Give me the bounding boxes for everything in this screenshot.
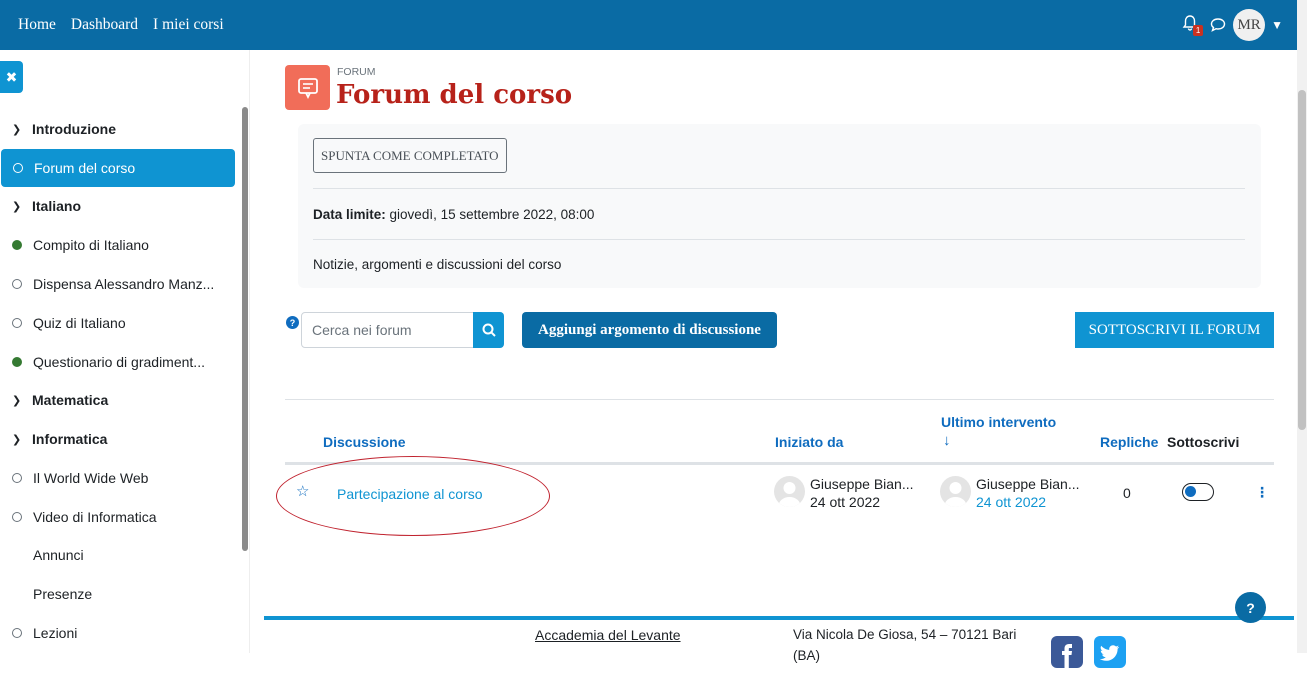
divider: [313, 188, 1245, 189]
footer-address: Via Nicola De Giosa, 54 – 70121 Bari (BA…: [793, 627, 1017, 663]
search-icon: [482, 323, 496, 337]
subscribe-toggle[interactable]: [1182, 483, 1214, 501]
course-item-label: Questionario di gradiment...: [33, 354, 205, 370]
deadline-value: giovedì, 15 settembre 2022, 08:00: [389, 207, 595, 222]
table-top-border: [285, 399, 1274, 400]
course-item-label: Forum del corso: [34, 160, 136, 176]
course-item-label: Compito di Italiano: [33, 237, 149, 253]
course-index-drawer: ✖ ❯ Introduzione Forum del corso ❯ Itali…: [0, 50, 250, 653]
facebook-icon[interactable]: [1051, 636, 1083, 668]
divider: [313, 239, 1245, 240]
completion-circle-icon: [12, 628, 22, 638]
subscribe-forum-button[interactable]: SOTTOSCRIVI IL FORUM: [1075, 312, 1274, 348]
chevron-down-icon: ❯: [12, 394, 22, 407]
completion-circle-icon: [12, 512, 22, 522]
completion-circle-icon: [12, 318, 22, 328]
more-actions-kebab-icon[interactable]: ⋮: [1255, 484, 1269, 501]
add-discussion-button[interactable]: Aggiungi argomento di discussione: [522, 312, 777, 348]
user-avatar[interactable]: MR: [1233, 9, 1266, 41]
course-item-label: Presenze: [33, 586, 93, 602]
nav-dashboard-link[interactable]: Dashboard: [71, 16, 138, 34]
chevron-down-icon: ❯: [12, 123, 22, 136]
course-item-www[interactable]: Il World Wide Web: [0, 459, 234, 497]
replies-count: 0: [1123, 485, 1131, 501]
chevron-down-icon: ❯: [12, 433, 22, 446]
activity-type-label: FORUM: [337, 66, 376, 78]
activity-info-box: SPUNTA COME COMPLETATO Data limite: giov…: [298, 124, 1261, 288]
completed-dot-icon: [12, 240, 22, 250]
section-informatica[interactable]: ❯ Informatica: [12, 431, 107, 447]
forum-description: Notizie, argomenti e discussioni del cor…: [313, 257, 562, 272]
highlight-ellipse-annotation: [276, 456, 550, 536]
close-drawer-icon[interactable]: ✖: [0, 61, 23, 93]
completed-dot-icon: [12, 357, 22, 367]
course-item-forum[interactable]: Forum del corso: [1, 149, 235, 187]
started-by-name[interactable]: Giuseppe Bian...: [810, 476, 914, 492]
column-header-last-post[interactable]: Ultimo intervento: [941, 414, 1056, 430]
page-scrollbar-thumb[interactable]: [1298, 90, 1306, 430]
column-header-replies[interactable]: Repliche: [1100, 434, 1158, 450]
course-item-label: Il World Wide Web: [33, 470, 149, 486]
last-post-author[interactable]: Giuseppe Bian...: [976, 476, 1080, 492]
drawer-scrollbar[interactable]: [242, 107, 248, 551]
help-fab-button[interactable]: ?: [1235, 592, 1266, 623]
no-completion-spacer: [12, 589, 22, 599]
no-completion-spacer: [12, 550, 22, 560]
course-item-presenze[interactable]: Presenze: [0, 575, 234, 613]
course-item-quiz-italiano[interactable]: Quiz di Italiano: [0, 304, 234, 342]
column-header-subscribe: Sottoscrivi: [1167, 434, 1240, 450]
course-item-lezioni[interactable]: Lezioni: [0, 614, 234, 652]
course-item-label: Annunci: [33, 547, 84, 563]
column-header-started-by[interactable]: Iniziato da: [775, 434, 843, 450]
deadline-text: Data limite: giovedì, 15 settembre 2022,…: [313, 207, 594, 222]
page-scrollbar[interactable]: [1297, 0, 1307, 653]
section-label: Informatica: [32, 431, 108, 447]
completion-circle-icon: [13, 163, 23, 173]
search-forums-input[interactable]: [301, 312, 474, 348]
section-label: Italiano: [32, 198, 82, 214]
started-date: 24 ott 2022: [810, 494, 881, 510]
help-question-icon[interactable]: ?: [286, 316, 299, 329]
mark-as-done-button[interactable]: SPUNTA COME COMPLETATO: [313, 138, 507, 173]
course-item-video-informatica[interactable]: Video di Informatica: [0, 498, 234, 536]
notification-count-badge: 1: [1193, 25, 1204, 36]
page-title: Forum del corso: [336, 80, 573, 110]
footer-top-border: [264, 616, 1294, 620]
deadline-label: Data limite:: [313, 207, 386, 222]
user-menu-area: 1 MR ▼: [1181, 0, 1283, 50]
user-avatar: [774, 476, 805, 507]
section-label: Introduzione: [32, 121, 116, 137]
last-post-date-link[interactable]: 24 ott 2022: [976, 494, 1046, 510]
completion-circle-icon: [12, 279, 22, 289]
nav-my-courses-link[interactable]: I miei corsi: [153, 16, 224, 34]
user-avatar: [940, 476, 971, 507]
search-button[interactable]: [473, 312, 504, 348]
section-matematica[interactable]: ❯ Matematica: [12, 392, 108, 408]
section-label: Matematica: [32, 392, 109, 408]
footer-organization-link[interactable]: Accademia del Levante: [535, 627, 681, 643]
course-item-label: Dispensa Alessandro Manz...: [33, 276, 215, 292]
section-introduzione[interactable]: ❯ Introduzione: [12, 121, 116, 137]
chevron-down-icon[interactable]: ▼: [1271, 18, 1283, 32]
course-item-compito-italiano[interactable]: Compito di Italiano: [0, 226, 234, 264]
course-item-annunci[interactable]: Annunci: [0, 536, 234, 574]
course-item-dispensa[interactable]: Dispensa Alessandro Manz...: [0, 265, 234, 303]
toggle-knob: [1185, 486, 1196, 497]
course-item-questionario[interactable]: Questionario di gradiment...: [0, 343, 234, 381]
completion-circle-icon: [12, 473, 22, 483]
section-italiano[interactable]: ❯ Italiano: [12, 198, 81, 214]
course-item-label: Quiz di Italiano: [33, 315, 126, 331]
top-navbar: Home Dashboard I miei corsi 1 MR ▼: [0, 0, 1297, 50]
twitter-icon[interactable]: [1094, 636, 1126, 668]
sort-arrow-down-icon[interactable]: ↓: [943, 432, 951, 449]
course-item-label: Video di Informatica: [33, 509, 157, 525]
messages-icon[interactable]: [1209, 16, 1227, 34]
forum-icon: [285, 65, 330, 110]
course-item-label: Lezioni: [33, 625, 78, 641]
nav-home-link[interactable]: Home: [18, 16, 56, 34]
column-header-discussion[interactable]: Discussione: [323, 434, 405, 450]
chevron-down-icon: ❯: [12, 200, 22, 213]
notifications-bell-icon[interactable]: 1: [1181, 14, 1204, 36]
